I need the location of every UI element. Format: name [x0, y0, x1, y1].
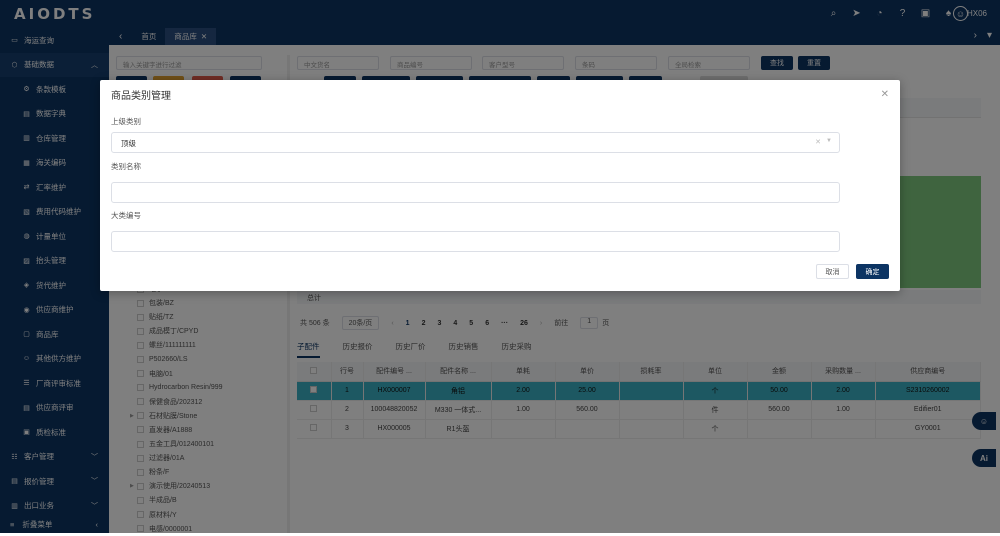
- chevron-down-icon[interactable]: ▼: [826, 138, 832, 144]
- cancel-button[interactable]: 取消: [816, 264, 849, 279]
- parent-category-select[interactable]: 顶级 ✕ ▼: [111, 132, 840, 153]
- category-name-label: 类别名称: [111, 162, 141, 171]
- dialog-title: 商品类别管理: [111, 91, 171, 102]
- parent-category-label: 上级类别: [111, 117, 141, 126]
- parent-category-value: 顶级: [121, 139, 136, 148]
- category-dialog: 商品类别管理 ✕ 上级类别 顶级 ✕ ▼ 类别名称 大类编号 取消 确定: [100, 80, 900, 291]
- confirm-button[interactable]: 确定: [856, 264, 889, 279]
- clear-icon[interactable]: ✕: [815, 138, 821, 146]
- close-icon[interactable]: ✕: [881, 89, 889, 100]
- category-code-input[interactable]: [111, 231, 840, 252]
- category-name-input[interactable]: [111, 182, 840, 203]
- category-code-label: 大类编号: [111, 211, 141, 220]
